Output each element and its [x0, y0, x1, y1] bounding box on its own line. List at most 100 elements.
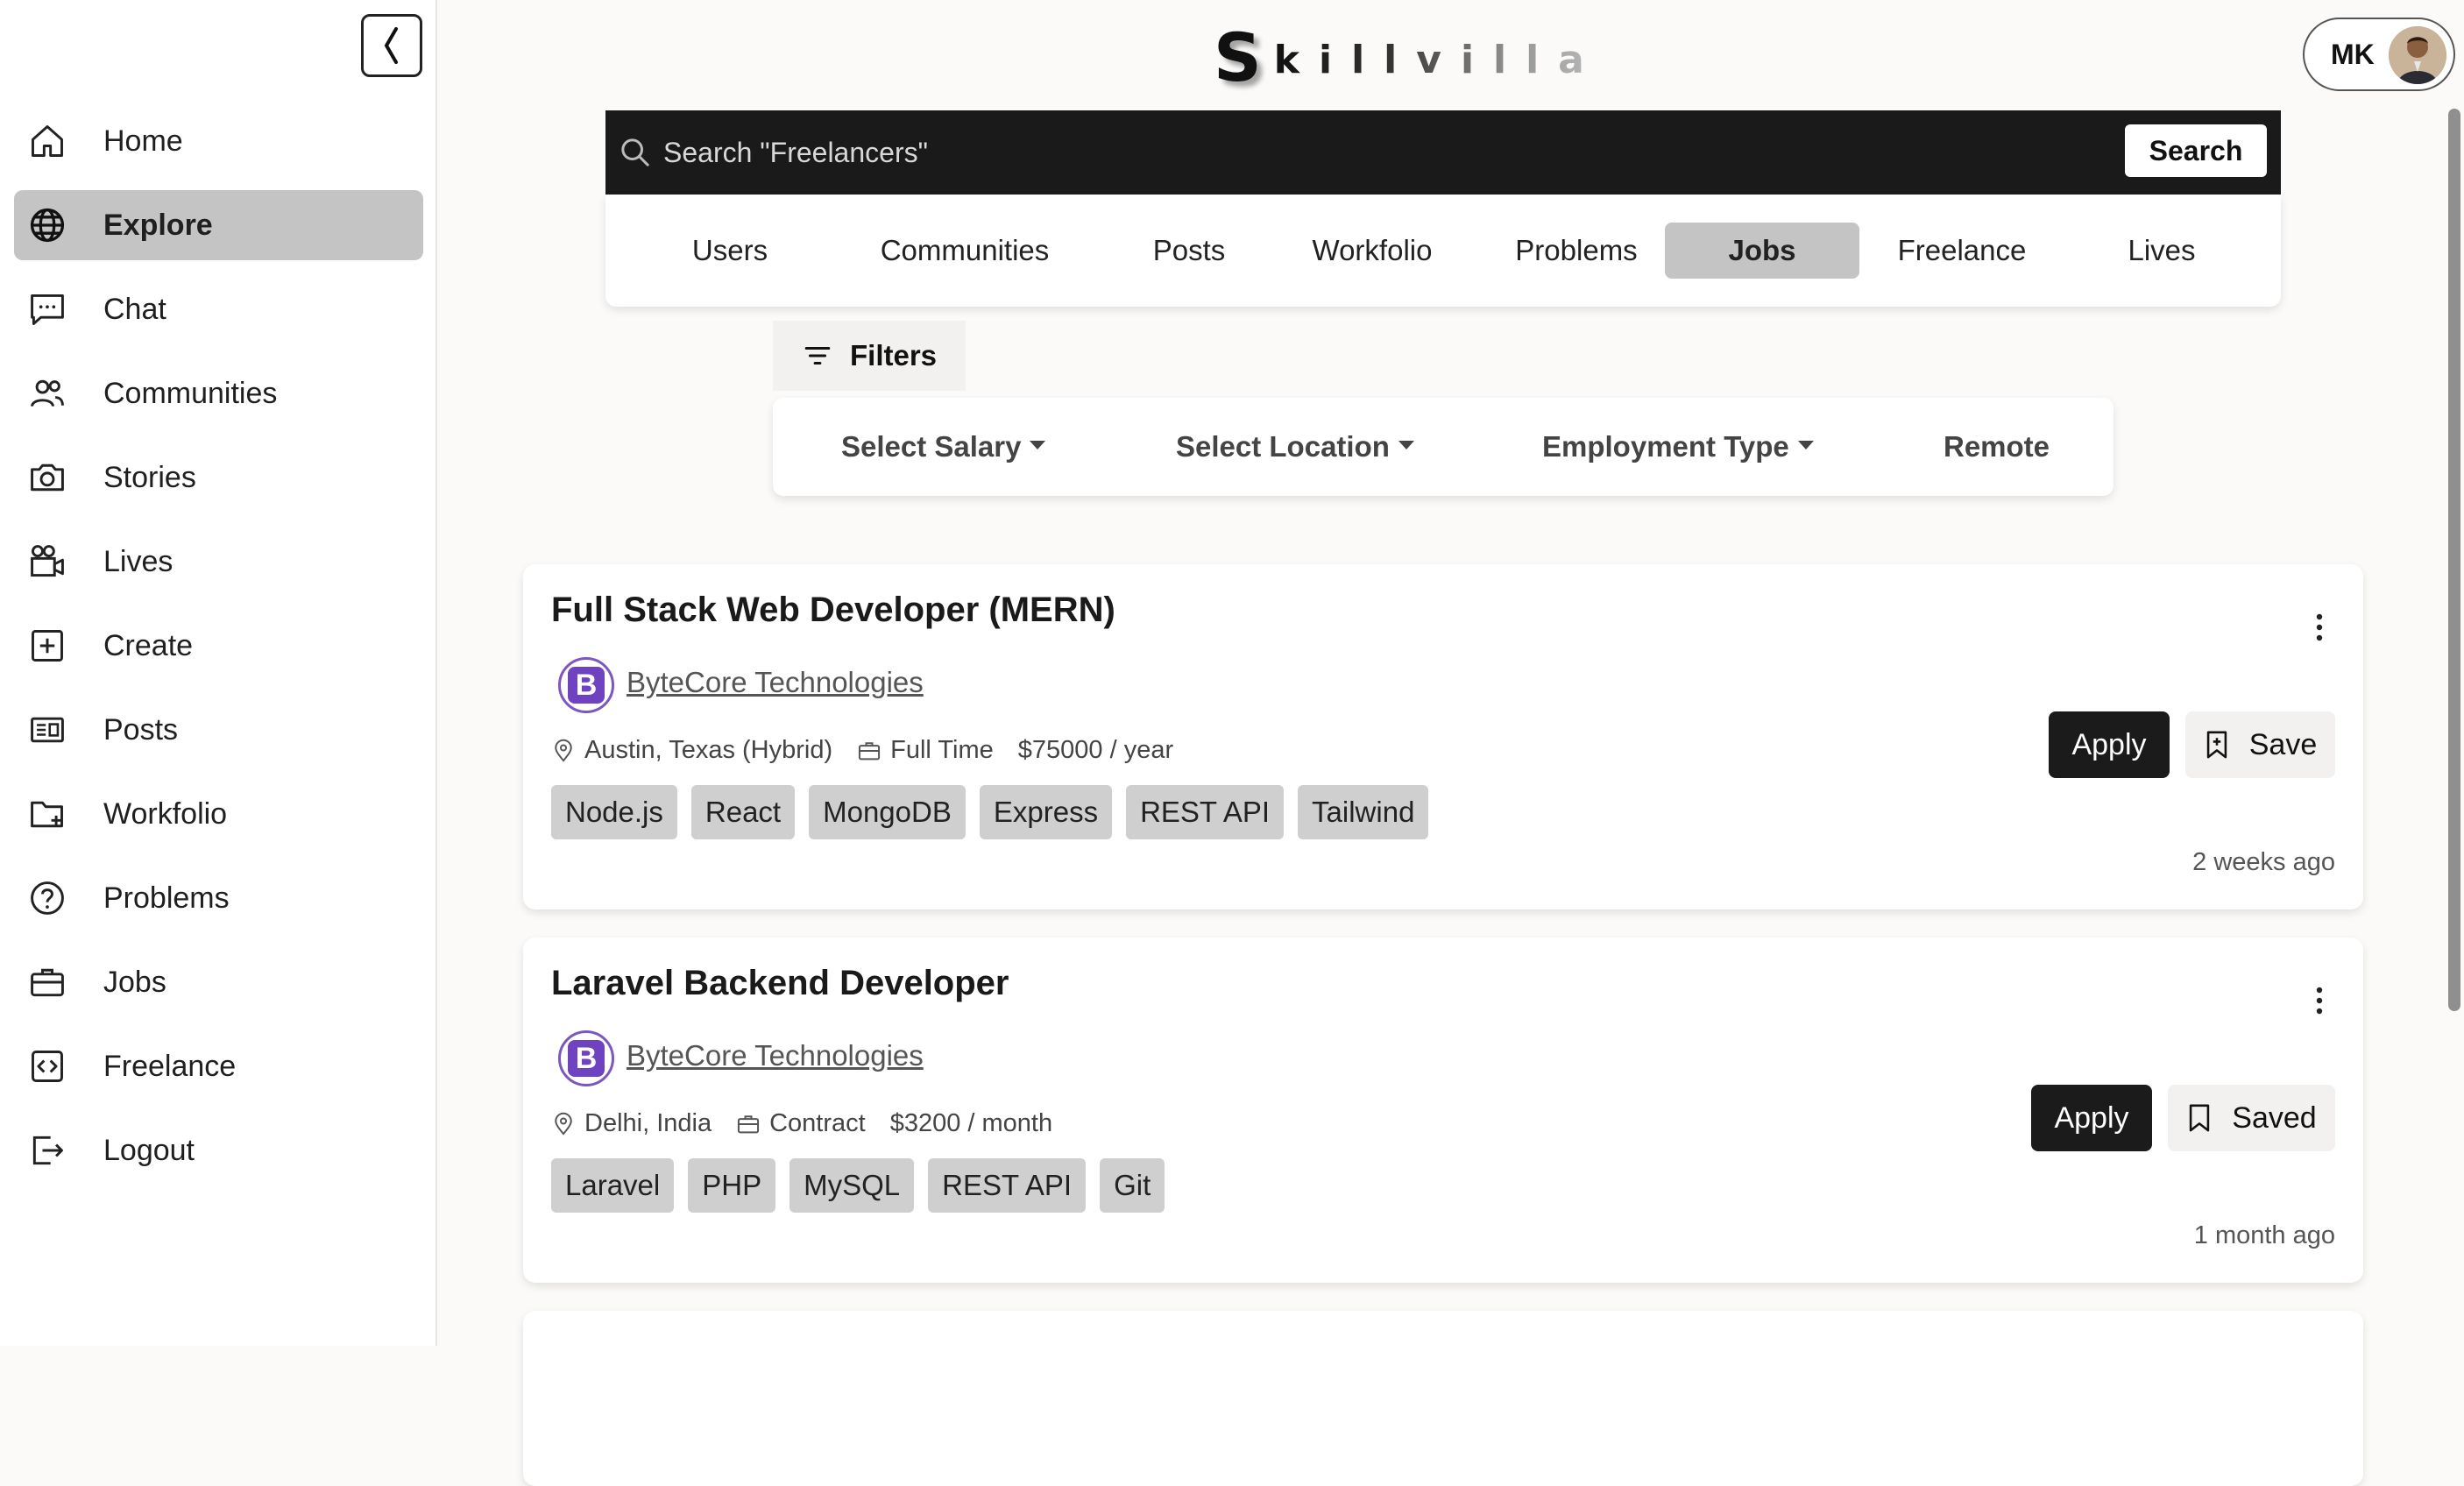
- location-pin-icon: [555, 739, 572, 762]
- sidebar-item-chat[interactable]: Chat: [14, 274, 423, 344]
- company-logo: B: [558, 1030, 614, 1086]
- search-button[interactable]: Search: [2125, 124, 2267, 177]
- employment-type: Full Time: [890, 736, 994, 764]
- sidebar-item-explore[interactable]: Explore: [14, 190, 423, 260]
- job-card[interactable]: Full Stack Web Developer (MERN) B ByteCo…: [523, 564, 2363, 909]
- chat-icon: [31, 294, 64, 325]
- caret-down-icon: [1030, 441, 1046, 449]
- sidebar-item-label: Create: [103, 628, 194, 662]
- location-pin-icon: [555, 1112, 572, 1136]
- sidebar-item-label: Stories: [103, 460, 196, 494]
- skill-tag: Git: [1100, 1158, 1165, 1213]
- salary: $75000 / year: [1017, 736, 1174, 764]
- job-location: Austin, Texas (Hybrid): [584, 736, 833, 764]
- caret-down-icon: [1398, 441, 1414, 449]
- bookmark-plus-icon: [2206, 731, 2227, 759]
- tab-users[interactable]: Users: [642, 223, 818, 279]
- employment-type-filter-dropdown[interactable]: Employment Type: [1542, 398, 1814, 496]
- tab-posts[interactable]: Posts: [1112, 223, 1266, 279]
- sidebar-item-logout[interactable]: Logout: [14, 1115, 423, 1185]
- profile-initials: MK: [2331, 38, 2375, 70]
- tab-communities[interactable]: Communities: [844, 223, 1086, 279]
- job-title[interactable]: Full Stack Web Developer (MERN): [551, 591, 1115, 630]
- filters-panel: Select Salary Select Location Employment…: [773, 398, 2114, 496]
- remote-filter-toggle[interactable]: Remote: [1944, 398, 2050, 496]
- sidebar-item-problems[interactable]: Problems: [14, 863, 423, 933]
- skill-tag: REST API: [1126, 785, 1285, 839]
- save-label: Save: [2248, 727, 2318, 761]
- sidebar-item-label: Home: [103, 124, 183, 158]
- search-input[interactable]: [662, 126, 1801, 179]
- sidebar-item-label: Freelance: [103, 1049, 237, 1083]
- skill-tags: Node.js React MongoDB Express REST API T…: [551, 785, 1442, 839]
- avatar: [2389, 26, 2446, 84]
- more-options-icon[interactable]: [2312, 610, 2326, 645]
- company-logo: B: [558, 657, 614, 713]
- filters-button[interactable]: Filters: [773, 321, 966, 391]
- sidebar-item-label: Communities: [103, 376, 278, 410]
- filter-label: Select Salary: [841, 430, 1022, 463]
- sidebar-item-communities[interactable]: Communities: [14, 358, 423, 428]
- sidebar-item-label: Problems: [103, 881, 230, 915]
- filters-label: Filters: [850, 339, 938, 372]
- sidebar-item-label: Workfolio: [103, 796, 228, 831]
- sidebar-item-freelance[interactable]: Freelance: [14, 1031, 423, 1101]
- sidebar-item-label: Lives: [103, 544, 173, 578]
- tab-jobs[interactable]: Jobs: [1665, 223, 1859, 279]
- job-meta: Austin, Texas (Hybrid) Full Time $75000 …: [551, 736, 1173, 765]
- sidebar-item-label: Jobs: [103, 965, 166, 999]
- apply-button[interactable]: Apply: [2049, 711, 2170, 778]
- home-icon: [32, 125, 63, 157]
- save-button[interactable]: Save: [2185, 711, 2335, 778]
- skill-tag: React: [690, 785, 796, 839]
- tab-workfolio[interactable]: Workfolio: [1276, 223, 1469, 279]
- skillvilla-logo[interactable]: S killvilla: [1214, 25, 1604, 91]
- saved-button[interactable]: Saved: [2168, 1085, 2335, 1151]
- skill-tag: MySQL: [789, 1158, 915, 1213]
- sidebar-item-lives[interactable]: Lives: [14, 527, 423, 597]
- job-location: Delhi, India: [584, 1109, 712, 1137]
- sidebar-item-create[interactable]: Create: [14, 611, 423, 681]
- salary-filter-dropdown[interactable]: Select Salary: [841, 398, 1046, 496]
- chevron-left-icon: [384, 27, 398, 64]
- sidebar-item-label: Posts: [103, 712, 179, 747]
- apply-button[interactable]: Apply: [2031, 1085, 2152, 1151]
- company-link[interactable]: ByteCore Technologies: [627, 1039, 924, 1072]
- company-link[interactable]: ByteCore Technologies: [627, 666, 924, 699]
- salary: $3200 / month: [889, 1109, 1053, 1137]
- category-tabs: Users Communities Posts Workfolio Proble…: [605, 195, 2281, 307]
- plus-square-icon: [32, 630, 63, 662]
- caret-down-icon: [1797, 441, 1814, 449]
- location-filter-dropdown[interactable]: Select Location: [1176, 398, 1414, 496]
- sidebar-item-label: Explore: [103, 208, 213, 242]
- logo-wordmark: killvilla: [1273, 38, 1604, 82]
- tab-problems[interactable]: Problems: [1477, 223, 1675, 279]
- sidebar-item-stories[interactable]: Stories: [14, 442, 423, 513]
- skill-tag: Laravel: [551, 1158, 675, 1213]
- scrollbar[interactable]: [2448, 109, 2460, 1011]
- newspaper-icon: [31, 717, 64, 743]
- tab-lives[interactable]: Lives: [2074, 223, 2249, 279]
- sidebar-item-workfolio[interactable]: Workfolio: [14, 779, 423, 849]
- skill-tag: Tailwind: [1298, 785, 1429, 839]
- filter-label: Select Location: [1176, 430, 1390, 463]
- skill-tags: Laravel PHP MySQL REST API Git: [551, 1158, 1179, 1213]
- globe-icon: [30, 208, 65, 243]
- job-card[interactable]: Laravel Backend Developer B ByteCore Tec…: [523, 938, 2363, 1283]
- sidebar-item-home[interactable]: Home: [14, 106, 423, 176]
- sidebar-item-posts[interactable]: Posts: [14, 695, 423, 765]
- more-options-icon[interactable]: [2312, 983, 2326, 1018]
- briefcase-icon: [31, 968, 64, 997]
- job-title[interactable]: Laravel Backend Developer: [551, 964, 1009, 1003]
- filter-label: Employment Type: [1542, 430, 1789, 463]
- skill-tag: REST API: [928, 1158, 1087, 1213]
- tab-freelance[interactable]: Freelance: [1867, 223, 2057, 279]
- skill-tag: Express: [979, 785, 1113, 839]
- job-card[interactable]: [523, 1311, 2363, 1486]
- profile-menu[interactable]: MK: [2303, 18, 2455, 91]
- skill-tag: PHP: [688, 1158, 776, 1213]
- video-icon: [31, 545, 64, 577]
- sidebar-item-jobs[interactable]: Jobs: [14, 947, 423, 1017]
- skill-tag: MongoDB: [809, 785, 966, 839]
- collapse-sidebar-button[interactable]: [361, 14, 422, 77]
